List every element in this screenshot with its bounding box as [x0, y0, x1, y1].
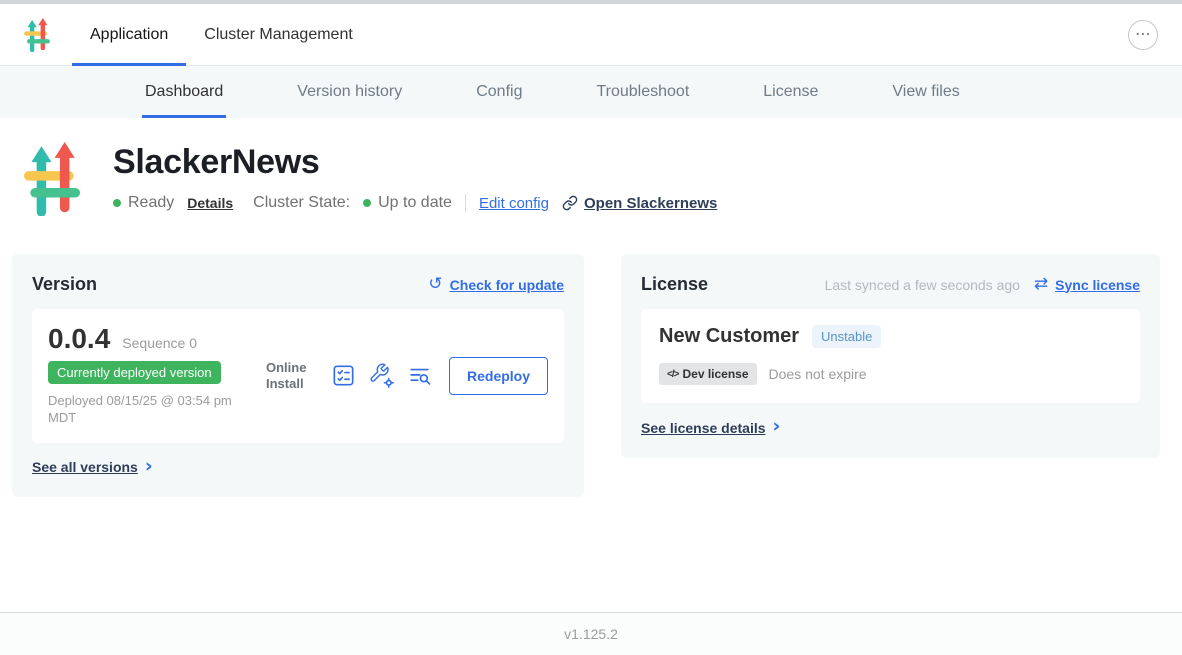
dashboard-cards: Version ↺ Check for update 0.0.4 Sequenc… [12, 254, 1160, 497]
channel-badge: Unstable [812, 325, 881, 348]
see-license-details-link[interactable]: See license details › [641, 419, 780, 436]
console-version-text: v1.125.2 [564, 626, 618, 642]
tab-application[interactable]: Application [72, 4, 186, 65]
status-divider [465, 194, 466, 212]
license-expiry-text: Does not expire [769, 366, 867, 382]
app-status-text: Ready [128, 194, 174, 212]
ellipsis-icon: ⋯ [1135, 26, 1151, 42]
last-synced-text: Last synced a few seconds ago [825, 277, 1020, 293]
sync-license-link[interactable]: ⇄ Sync license [1034, 276, 1140, 293]
app-header: SlackerNews Ready Details Cluster State:… [12, 142, 1160, 216]
sync-icon: ⇄ [1034, 276, 1048, 293]
see-license-details-label: See license details [641, 420, 766, 436]
open-app-link[interactable]: Open Slackernews [562, 195, 717, 212]
page-title: SlackerNews [113, 144, 717, 181]
sequence-label: Sequence 0 [122, 335, 197, 351]
see-all-versions-label: See all versions [32, 459, 138, 475]
tab-cluster-management[interactable]: Cluster Management [186, 4, 371, 65]
top-navbar: Application Cluster Management ⋯ [0, 4, 1182, 66]
version-number: 0.0.4 [48, 325, 110, 353]
cluster-state-label: Cluster State: [253, 194, 350, 212]
overflow-menu-button[interactable]: ⋯ [1128, 20, 1158, 50]
app-subnav: Dashboard Version history Config Trouble… [0, 66, 1182, 118]
license-panel: New Customer Unstable </> Dev license Do… [641, 309, 1140, 403]
top-tabs: Application Cluster Management [72, 4, 371, 65]
license-type-badge: </> Dev license [659, 363, 757, 385]
license-type-label: Dev license [682, 367, 748, 381]
sync-license-label: Sync license [1055, 277, 1140, 293]
current-version-panel: 0.0.4 Sequence 0 Currently deployed vers… [32, 309, 564, 443]
view-logs-icon[interactable] [407, 363, 432, 388]
ready-status-dot-icon [113, 199, 121, 207]
version-card-title: Version [32, 274, 97, 295]
cluster-state-dot-icon [363, 199, 371, 207]
link-icon [562, 195, 578, 211]
subnav-item-config[interactable]: Config [476, 66, 522, 118]
check-for-update-link[interactable]: ↺ Check for update [428, 276, 564, 293]
subnav-item-version-history[interactable]: Version history [297, 66, 402, 118]
open-app-link-label: Open Slackernews [584, 195, 717, 212]
refresh-icon: ↺ [428, 276, 442, 293]
customer-name: New Customer [659, 325, 799, 348]
deployed-timestamp: Deployed 08/15/25 @ 03:54 pm MDT [48, 393, 243, 427]
footer: v1.125.2 [0, 612, 1182, 655]
details-link[interactable]: Details [187, 195, 233, 211]
check-for-update-label: Check for update [450, 277, 564, 293]
license-card: License Last synced a few seconds ago ⇄ … [621, 254, 1160, 458]
redeploy-button[interactable]: Redeploy [449, 357, 548, 395]
edit-config-link[interactable]: Edit config [479, 195, 549, 212]
license-card-title: License [641, 274, 708, 295]
subnav-item-license[interactable]: License [763, 66, 818, 118]
subnav-item-troubleshoot[interactable]: Troubleshoot [596, 66, 689, 118]
version-action-icons [331, 363, 432, 388]
see-all-versions-link[interactable]: See all versions › [32, 459, 153, 476]
app-status-row: Ready Details Cluster State: Up to date … [113, 194, 717, 212]
app-logo-icon[interactable] [22, 4, 52, 65]
chevron-right-icon: › [773, 417, 781, 436]
subnav-item-dashboard[interactable]: Dashboard [145, 66, 223, 118]
cluster-state-value: Up to date [378, 194, 452, 212]
configure-wrench-icon[interactable] [369, 363, 394, 388]
install-type-label: Online Install [266, 360, 314, 393]
subnav-item-view-files[interactable]: View files [892, 66, 959, 118]
main-content: SlackerNews Ready Details Cluster State:… [0, 118, 1182, 612]
chevron-right-icon: › [145, 457, 153, 476]
version-card: Version ↺ Check for update 0.0.4 Sequenc… [12, 254, 584, 497]
slackernews-app-icon [20, 142, 84, 216]
deployed-status-badge: Currently deployed version [48, 361, 221, 384]
code-icon: </> [667, 369, 678, 380]
release-notes-icon[interactable] [331, 363, 356, 388]
